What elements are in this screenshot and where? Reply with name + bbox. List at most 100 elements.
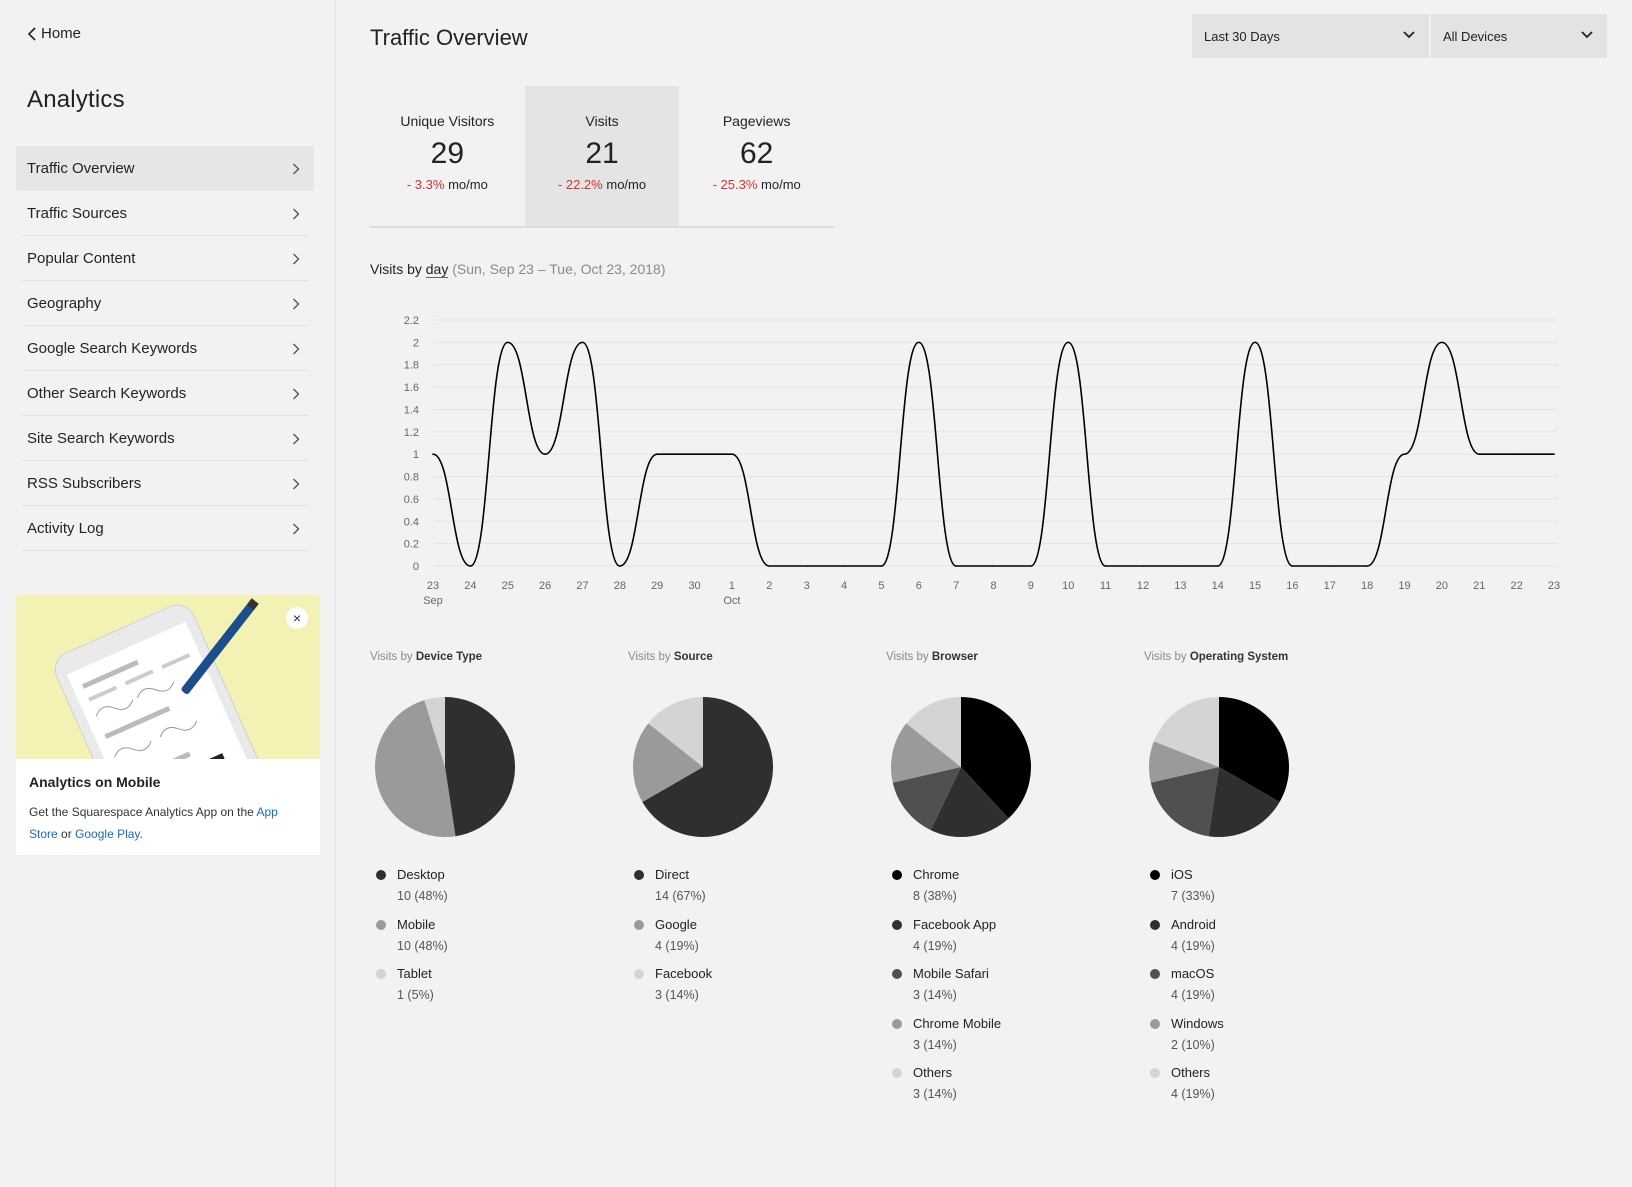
- pie-section-browser: Visits by Browser Chrome 8 (38%) Facebook A…: [886, 651, 1136, 1114]
- chevron-right-icon: [293, 343, 300, 354]
- sidebar-item-rss-subscribers[interactable]: RSS Subscribers: [16, 461, 314, 506]
- sidebar-item-label: Geography: [27, 295, 102, 312]
- y-tick-label: 0: [413, 561, 419, 573]
- pie-title-dimension: Device Type: [415, 651, 483, 663]
- pie-section-source: Visits by Source Direct 14 (67%) Google 4 (1…: [628, 651, 878, 1015]
- x-tick-label: 18: [1361, 580, 1373, 592]
- legend-name: Android: [1171, 916, 1216, 932]
- sidebar-item-traffic-sources[interactable]: Traffic Sources: [16, 191, 314, 236]
- pie-chart: [1149, 697, 1289, 837]
- legend-value: 3 (14%): [913, 1087, 957, 1101]
- data-point: [1515, 453, 1518, 455]
- data-point: [1441, 341, 1443, 344]
- legend-name: macOS: [1171, 966, 1215, 981]
- device-filter-dropdown[interactable]: All Devices: [1431, 14, 1607, 58]
- date-range-dropdown[interactable]: Last 30 Days: [1192, 14, 1429, 58]
- x-tick-label: 4: [841, 580, 847, 592]
- legend-name: Mobile Safari: [913, 966, 989, 981]
- legend-name: Others: [1171, 1065, 1211, 1080]
- legend-item-android: Android 4 (19%): [1144, 916, 1394, 966]
- metric-tabs: Unique Visitors 29 - 3.3% mo/mo Visits 21 - 2…: [370, 86, 834, 228]
- pie-title-dimension: Source: [673, 651, 713, 663]
- back-home-link[interactable]: Home: [27, 25, 81, 42]
- legend-dot-icon: [376, 870, 386, 880]
- google-play-link[interactable]: Google Play: [75, 827, 139, 841]
- sidebar-item-label: Popular Content: [27, 250, 136, 267]
- sidebar-item-popular-content[interactable]: Popular Content: [16, 236, 314, 281]
- pie-title: Visits by Device Type: [370, 651, 620, 665]
- x-tick-label: 19: [1398, 580, 1410, 592]
- phone-illustration-icon: [16, 595, 320, 759]
- y-tick-label: 0.6: [404, 494, 419, 506]
- legend-name: Facebook App: [913, 916, 997, 932]
- pie-slice-desktop: [445, 697, 516, 837]
- promo-close-button[interactable]: ×: [286, 607, 308, 629]
- chart-date-range: (Sun, Sep 23 – Tue, Oct 23, 2018): [452, 261, 666, 277]
- metric-value: 21: [585, 137, 619, 170]
- back-home-label: Home: [41, 25, 82, 42]
- x-tick-label: 8: [990, 580, 996, 592]
- pie-title: Visits by Browser: [886, 651, 1136, 665]
- data-point: [880, 565, 883, 567]
- chevron-left-icon: [27, 26, 36, 41]
- chevron-down-icon: [1581, 31, 1593, 39]
- metric-tab-pageviews[interactable]: Pageviews 62 - 25.3% mo/mo: [679, 86, 834, 226]
- y-tick-label: 1: [413, 449, 419, 461]
- legend-dot-icon: [376, 969, 386, 979]
- metric-change-suffix: mo/mo: [448, 177, 488, 192]
- legend-dot-icon: [1150, 969, 1160, 979]
- pie-legend: iOS 7 (33%) Android 4 (19%) macOS 4 (19%) Wind…: [1144, 866, 1394, 1114]
- x-tick-label: 27: [576, 580, 588, 592]
- sidebar-item-label: Site Search Keywords: [27, 430, 175, 447]
- y-tick-label: 1.8: [404, 360, 419, 372]
- legend-item-ios: iOS 7 (33%): [1144, 866, 1394, 916]
- metric-label: Visits: [585, 113, 619, 129]
- sidebar-item-other-search-keywords[interactable]: Other Search Keywords: [16, 371, 314, 416]
- legend-dot-icon: [634, 870, 644, 880]
- chevron-right-icon: [293, 253, 300, 264]
- x-tick-label: 12: [1137, 580, 1149, 592]
- y-tick-label: 0.2: [404, 539, 419, 551]
- data-point: [1403, 453, 1406, 455]
- sidebar-item-geography[interactable]: Geography: [16, 281, 314, 326]
- x-tick-label: 22: [1511, 580, 1523, 592]
- legend-name: Windows: [1171, 1015, 1224, 1031]
- sidebar-item-google-search-keywords[interactable]: Google Search Keywords: [16, 326, 314, 371]
- sidebar-item-traffic-overview[interactable]: Traffic Overview: [16, 146, 314, 191]
- chevron-right-icon: [293, 208, 300, 219]
- legend-dot-icon: [892, 969, 902, 979]
- chevron-right-icon: [293, 298, 300, 309]
- metric-change: - 25.3% mo/mo: [679, 177, 834, 192]
- x-tick-label: 23: [1548, 580, 1560, 592]
- legend-dot-icon: [892, 1068, 902, 1078]
- legend-dot-icon: [1150, 1068, 1160, 1078]
- legend-dot-icon: [1150, 1018, 1160, 1029]
- legend-value: 4 (19%): [1171, 938, 1215, 953]
- data-point: [1329, 565, 1331, 567]
- sidebar-item-activity-log[interactable]: Activity Log: [16, 506, 314, 551]
- metric-tab-unique-visitors[interactable]: Unique Visitors 29 - 3.3% mo/mo: [370, 86, 525, 226]
- pie-legend: Chrome 8 (38%) Facebook App 4 (19%) Mobile S…: [886, 866, 1136, 1114]
- pie-title: Visits by Source: [628, 651, 878, 665]
- chevron-right-icon: [293, 478, 300, 489]
- x-tick-label: 14: [1212, 580, 1224, 592]
- metric-change: - 3.3% mo/mo: [370, 177, 525, 192]
- data-point: [917, 341, 920, 344]
- data-point: [768, 565, 771, 567]
- pie-chart: [375, 697, 516, 837]
- x-tick-label: 7: [953, 580, 959, 592]
- x-tick-label: 25: [502, 580, 514, 592]
- sidebar-item-label: Other Search Keywords: [27, 385, 187, 402]
- pie-title-prefix: Visits by: [886, 651, 929, 663]
- pie-title-dimension: Browser: [931, 651, 978, 663]
- metric-tab-visits[interactable]: Visits 21 - 22.2% mo/mo: [524, 86, 680, 226]
- pie-title-prefix: Visits by: [628, 651, 671, 663]
- data-point: [955, 565, 957, 567]
- time-unit-select[interactable]: day: [425, 261, 449, 278]
- legend-item-mobile-safari: Mobile Safari 3 (14%): [886, 965, 1136, 1015]
- legend-value: 10 (48%): [397, 889, 448, 903]
- legend-name: Facebook: [655, 966, 713, 981]
- sidebar-item-site-search-keywords[interactable]: Site Search Keywords: [16, 416, 314, 461]
- x-tick-label: 15: [1249, 580, 1261, 592]
- y-tick-label: 2: [413, 337, 419, 349]
